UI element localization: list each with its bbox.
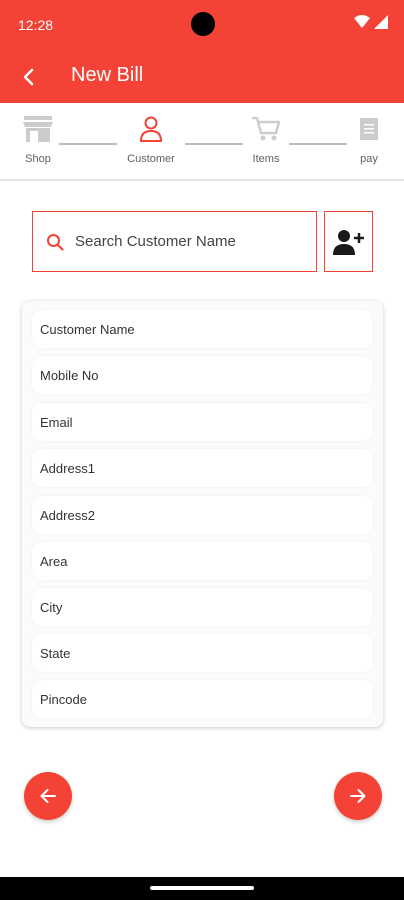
page-title: New Bill xyxy=(71,64,144,86)
add-customer-button[interactable] xyxy=(324,211,373,272)
state-input[interactable] xyxy=(32,645,373,661)
mobile-no-input[interactable] xyxy=(32,367,373,383)
system-nav-bar xyxy=(0,877,404,900)
cart-icon xyxy=(252,116,280,141)
arrow-right-icon xyxy=(350,789,366,803)
status-bar: 12:28 xyxy=(0,0,404,50)
city-field xyxy=(32,588,373,626)
state-field xyxy=(32,634,373,672)
wifi-icon xyxy=(354,15,370,28)
mobile-no-field xyxy=(32,356,373,394)
step-items[interactable]: Items xyxy=(231,103,301,181)
email-field xyxy=(32,403,373,441)
step-shop[interactable]: Shop xyxy=(3,103,73,181)
address2-field xyxy=(32,496,373,534)
step-pay[interactable]: pay xyxy=(334,103,404,181)
search-input[interactable] xyxy=(75,233,305,250)
signal-icon xyxy=(374,15,388,29)
home-gesture-handle[interactable] xyxy=(150,886,254,890)
step-label: Items xyxy=(252,153,280,165)
status-time: 12:28 xyxy=(18,17,54,33)
city-input[interactable] xyxy=(32,599,373,615)
previous-step-button[interactable] xyxy=(24,772,72,820)
step-customer[interactable]: Customer xyxy=(116,103,186,181)
back-arrow-icon xyxy=(23,68,34,86)
back-button[interactable] xyxy=(14,62,44,92)
pincode-input[interactable] xyxy=(32,691,373,707)
person-add-icon xyxy=(332,229,364,255)
store-icon xyxy=(23,116,53,142)
receipt-icon xyxy=(360,118,378,140)
area-input[interactable] xyxy=(32,553,373,569)
next-step-button[interactable] xyxy=(334,772,382,820)
app-bar: New Bill xyxy=(0,50,404,103)
camera-cutout xyxy=(191,12,215,36)
person-icon xyxy=(140,116,162,142)
pincode-field xyxy=(32,680,373,718)
customer-name-field xyxy=(32,310,373,348)
customer-form xyxy=(22,301,383,727)
area-field xyxy=(32,542,373,580)
address1-field xyxy=(32,449,373,487)
status-icons xyxy=(354,15,388,29)
customer-name-input[interactable] xyxy=(32,321,373,337)
address2-input[interactable] xyxy=(32,507,373,523)
bill-stepper: Shop Customer Items pay xyxy=(0,103,404,181)
step-label: pay xyxy=(360,153,378,165)
search-icon xyxy=(45,232,65,252)
email-input[interactable] xyxy=(32,414,373,430)
address1-input[interactable] xyxy=(32,460,373,476)
search-box xyxy=(32,211,317,272)
step-label: Customer xyxy=(127,153,175,165)
arrow-left-icon xyxy=(40,789,56,803)
step-label: Shop xyxy=(25,153,51,165)
